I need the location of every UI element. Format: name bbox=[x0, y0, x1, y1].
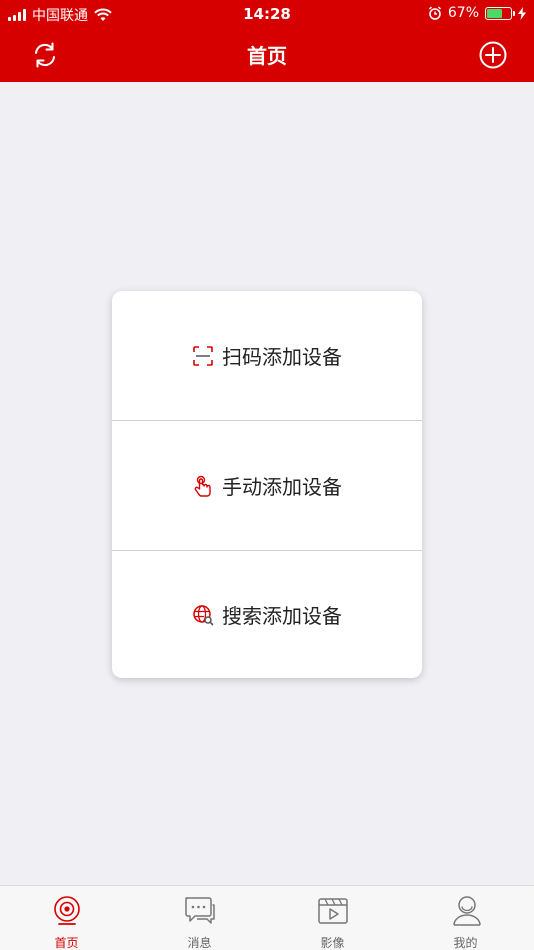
manual-add-device-button[interactable]: 手动添加设备 bbox=[112, 421, 422, 550]
search-add-device-label: 搜索添加设备 bbox=[222, 604, 342, 628]
scan-icon bbox=[193, 345, 213, 366]
manual-add-device-label: 手动添加设备 bbox=[222, 475, 342, 499]
screen: 中国联通 14:28 67% 首页 扫码添加设备 手动添加设备 搜索添加设备 首… bbox=[0, 0, 534, 950]
scan-add-device-button[interactable]: 扫码添加设备 bbox=[112, 291, 422, 420]
camera-icon bbox=[53, 896, 80, 925]
tab-media-label: 影像 bbox=[320, 936, 345, 950]
charging-icon bbox=[518, 6, 526, 20]
tab-media[interactable]: 影像 bbox=[266, 886, 399, 950]
page-title: 首页 bbox=[247, 44, 287, 68]
add-device-menu: 扫码添加设备 手动添加设备 搜索添加设备 bbox=[112, 291, 422, 678]
tab-bar: 首页 消息 影像 我的 bbox=[0, 885, 534, 950]
tab-messages-label: 消息 bbox=[187, 936, 212, 950]
tab-home[interactable]: 首页 bbox=[0, 886, 133, 950]
chat-icon bbox=[184, 897, 215, 924]
alarm-icon bbox=[428, 6, 441, 20]
video-icon bbox=[317, 898, 348, 924]
battery-percent: 67% bbox=[447, 5, 479, 21]
tab-messages[interactable]: 消息 bbox=[133, 886, 266, 950]
hand-touch-icon bbox=[194, 475, 211, 497]
tab-home-label: 首页 bbox=[54, 936, 79, 950]
status-right: 67% bbox=[428, 5, 526, 21]
status-bar: 中国联通 14:28 67% bbox=[0, 0, 534, 28]
scan-add-device-label: 扫码添加设备 bbox=[222, 345, 342, 369]
battery-icon bbox=[485, 6, 515, 20]
top-bar: 中国联通 14:28 67% 首页 bbox=[0, 0, 534, 82]
tab-profile-label: 我的 bbox=[453, 936, 478, 950]
tab-profile[interactable]: 我的 bbox=[399, 886, 534, 950]
battery-fill bbox=[487, 8, 502, 18]
user-icon bbox=[452, 896, 481, 926]
search-add-device-button[interactable]: 搜索添加设备 bbox=[112, 551, 422, 678]
nav-bar: 首页 bbox=[0, 28, 534, 82]
globe-search-icon bbox=[193, 604, 214, 625]
plus-circle-icon[interactable] bbox=[478, 40, 508, 70]
